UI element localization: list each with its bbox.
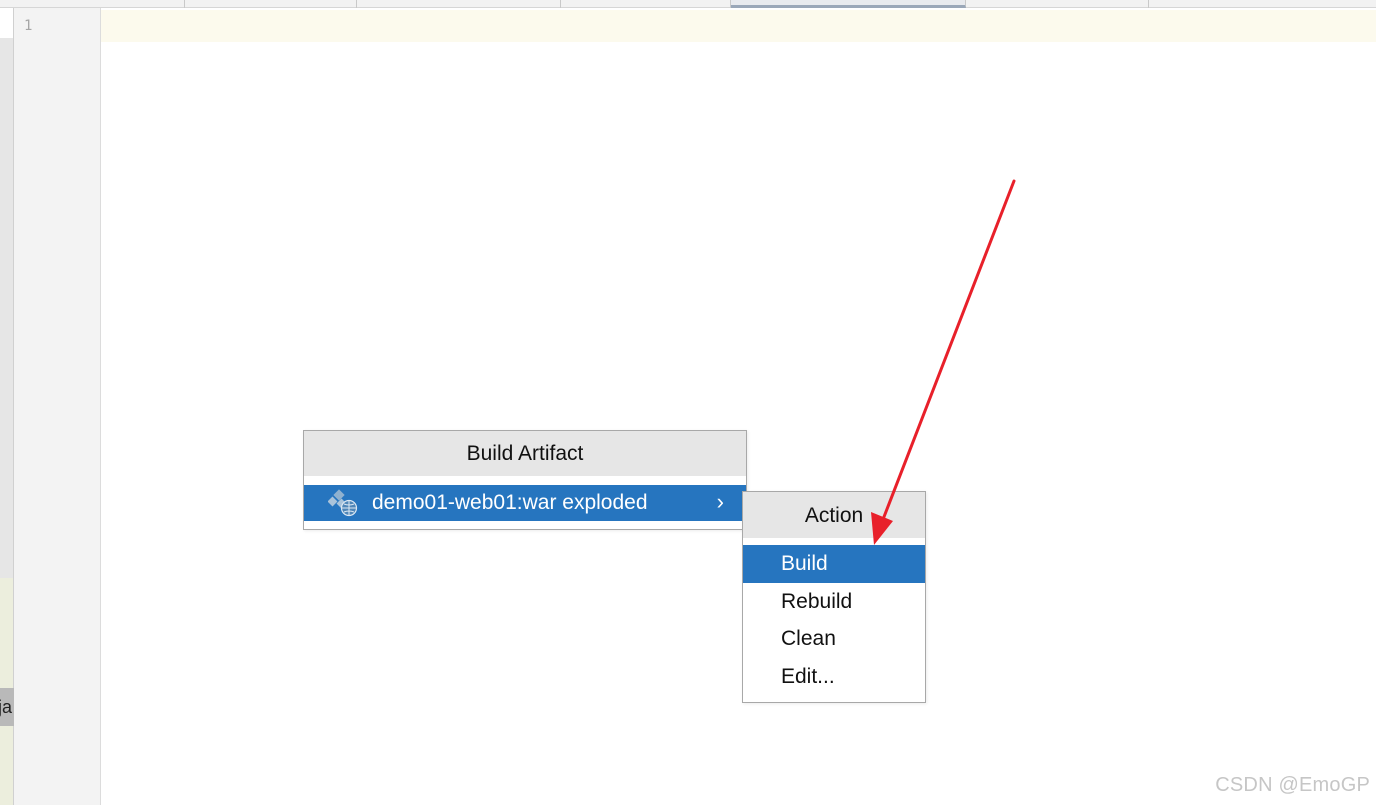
- action-popup-title: Action: [743, 492, 925, 538]
- build-artifact-popup: Build Artifact demo01-web01:war exploded…: [303, 430, 747, 530]
- tool-window-tab-label[interactable]: ja: [0, 688, 14, 726]
- artifact-item-label: demo01-web01:war exploded: [372, 491, 648, 514]
- artifact-item-demo01-web01[interactable]: demo01-web01:war exploded ›: [304, 485, 746, 521]
- chevron-right-icon: ›: [716, 489, 724, 514]
- watermark-text: CSDN @EmoGP: [1215, 774, 1370, 796]
- action-popup: Action Build Rebuild Clean Edit...: [742, 491, 926, 703]
- build-artifact-popup-title: Build Artifact: [304, 431, 746, 476]
- editor-tab-active[interactable]: [731, 0, 966, 8]
- line-number: 1: [24, 18, 33, 34]
- action-clean[interactable]: Clean: [743, 620, 925, 658]
- editor-tab[interactable]: [185, 0, 357, 8]
- code-editor[interactable]: [101, 8, 1376, 805]
- line-number-gutter: 1: [14, 8, 101, 805]
- caret-line-highlight: [101, 10, 1376, 42]
- action-build[interactable]: Build: [743, 545, 925, 583]
- editor-tab[interactable]: [357, 0, 561, 8]
- tool-window-strip-top: [0, 8, 13, 38]
- editor-tab[interactable]: [966, 0, 1149, 8]
- ide-window: ja 1 Build Artifact demo01-web01:war exp…: [0, 0, 1376, 805]
- action-list: Build Rebuild Clean Edit...: [743, 545, 925, 695]
- action-rebuild[interactable]: Rebuild: [743, 583, 925, 621]
- web-artifact-icon: [328, 489, 358, 517]
- editor-tab-strip: [0, 0, 1376, 8]
- tool-window-strip: ja: [0, 8, 14, 805]
- editor-tab[interactable]: [561, 0, 731, 8]
- action-edit[interactable]: Edit...: [743, 658, 925, 696]
- editor-tab[interactable]: [0, 0, 185, 8]
